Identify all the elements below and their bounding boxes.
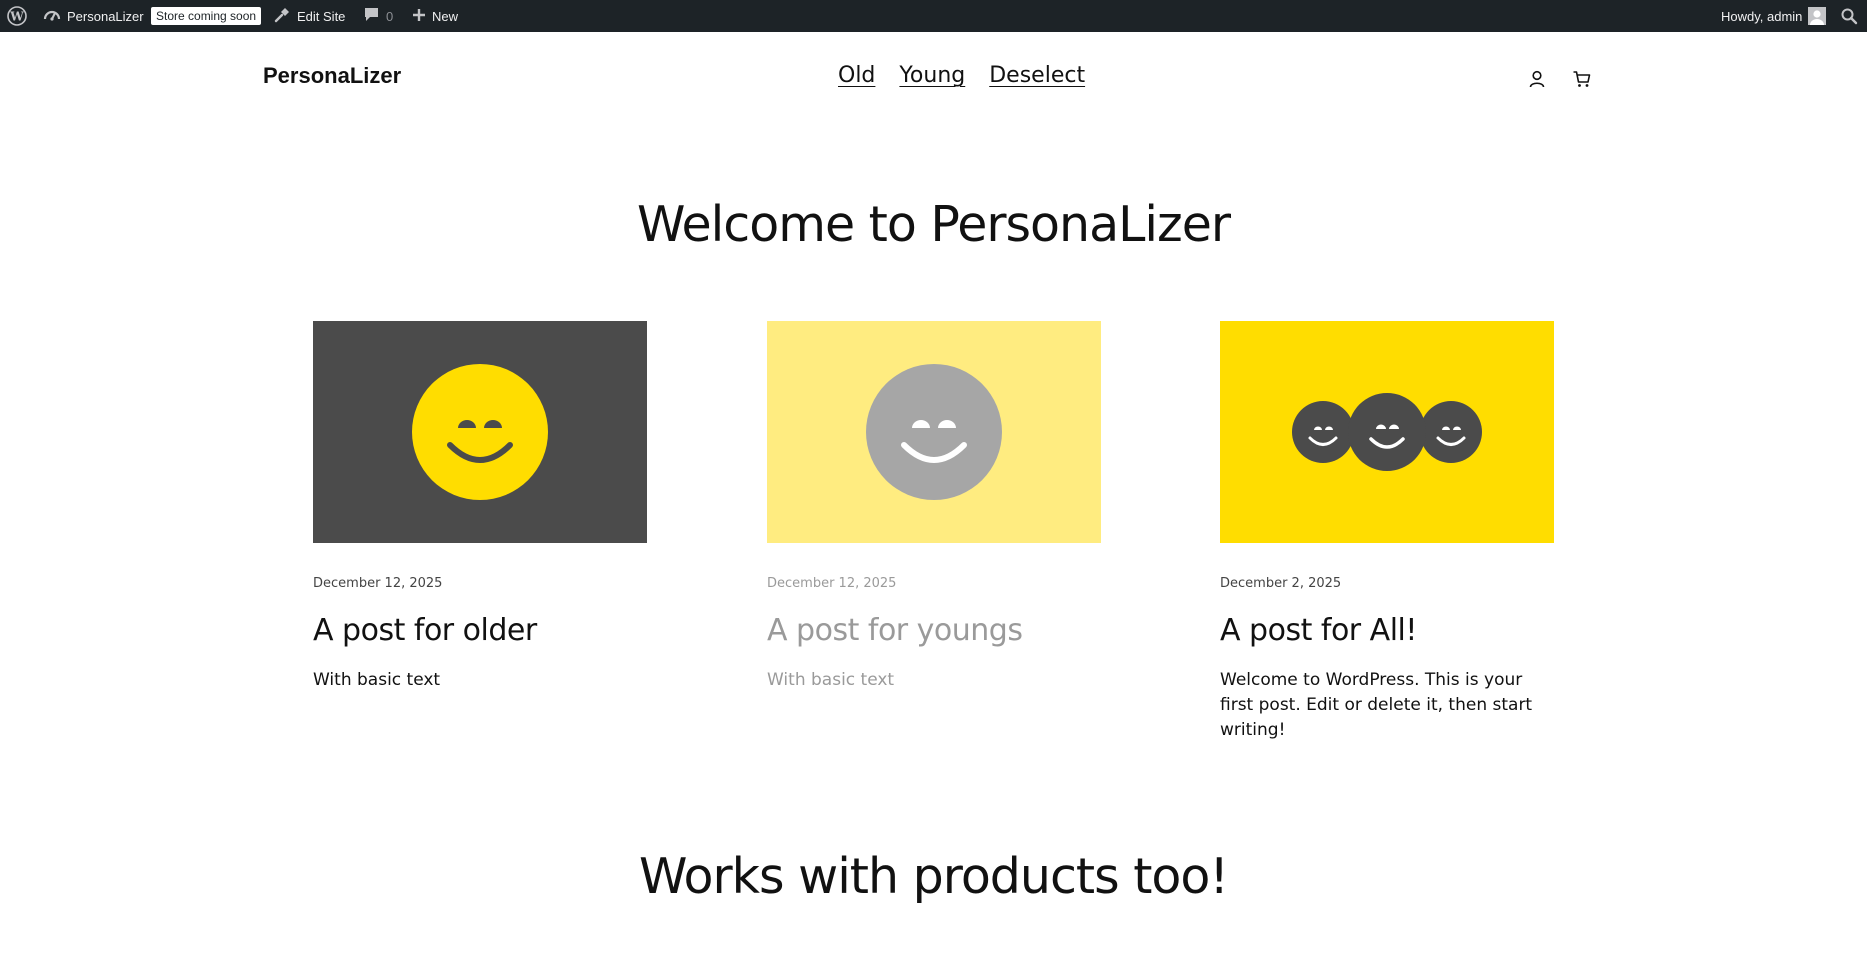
cart-icon[interactable]: [1571, 68, 1593, 90]
post-title[interactable]: A post for youngs: [767, 613, 1101, 648]
post-thumbnail-older[interactable]: [313, 321, 647, 543]
post-card-all: December 2, 2025 A post for All! Welcome…: [1220, 321, 1554, 743]
main-navigation: Old Young Deselect: [838, 63, 1085, 88]
post-title[interactable]: A post for All!: [1220, 613, 1554, 648]
nav-link-young[interactable]: Young: [899, 63, 965, 88]
dashboard-icon: [43, 6, 61, 27]
admin-search-icon[interactable]: [1840, 0, 1858, 32]
post-title[interactable]: A post for older: [313, 613, 647, 648]
post-thumbnail-all[interactable]: [1220, 321, 1554, 543]
site-title[interactable]: PersonaLizer: [263, 63, 401, 89]
comments-link[interactable]: 0: [363, 0, 393, 32]
new-label: New: [432, 8, 459, 24]
post-thumbnail-youngs[interactable]: [767, 321, 1101, 543]
post-card-older: December 12, 2025 A post for older With …: [313, 321, 647, 693]
comment-bubble-icon: [363, 6, 380, 26]
edit-site-link[interactable]: Edit Site: [273, 0, 345, 32]
smiley-face-icon: [866, 364, 1002, 500]
svg-text:W: W: [9, 10, 24, 24]
post-date: December 2, 2025: [1220, 576, 1342, 591]
plus-icon: [412, 8, 426, 25]
account-menu[interactable]: Howdy, admin: [1721, 0, 1827, 32]
post-excerpt: With basic text: [767, 670, 895, 690]
post-date: December 12, 2025: [313, 576, 443, 591]
post-card-youngs: December 12, 2025 A post for youngs With…: [767, 321, 1101, 693]
post-excerpt: Welcome to WordPress. This is your first…: [1220, 670, 1533, 740]
wordpress-logo-icon[interactable]: W: [7, 0, 27, 32]
nav-link-old[interactable]: Old: [838, 63, 875, 88]
nav-link-deselect[interactable]: Deselect: [989, 63, 1085, 88]
account-icon[interactable]: [1526, 68, 1548, 90]
comments-count: 0: [386, 8, 394, 24]
group-smiley-icon: [1292, 393, 1482, 471]
greeting-text: Howdy, admin: [1721, 8, 1803, 24]
post-excerpt: With basic text: [313, 670, 441, 690]
welcome-heading: Welcome to PersonaLizer: [636, 196, 1231, 253]
admin-site-link[interactable]: PersonaLizer: [43, 0, 144, 32]
avatar: [1808, 7, 1827, 25]
products-heading: Works with products too!: [638, 848, 1229, 905]
admin-bar: W PersonaLizer Store coming soon Edit Si…: [0, 0, 1867, 32]
edit-brush-icon: [273, 6, 291, 27]
post-date: December 12, 2025: [767, 576, 897, 591]
store-status-label: Store coming soon: [151, 7, 262, 25]
smiley-face-icon: [412, 364, 548, 500]
new-content-link[interactable]: New: [412, 0, 458, 32]
store-status-badge[interactable]: Store coming soon: [151, 0, 262, 32]
edit-site-label: Edit Site: [297, 8, 346, 24]
admin-site-name: PersonaLizer: [67, 8, 144, 24]
